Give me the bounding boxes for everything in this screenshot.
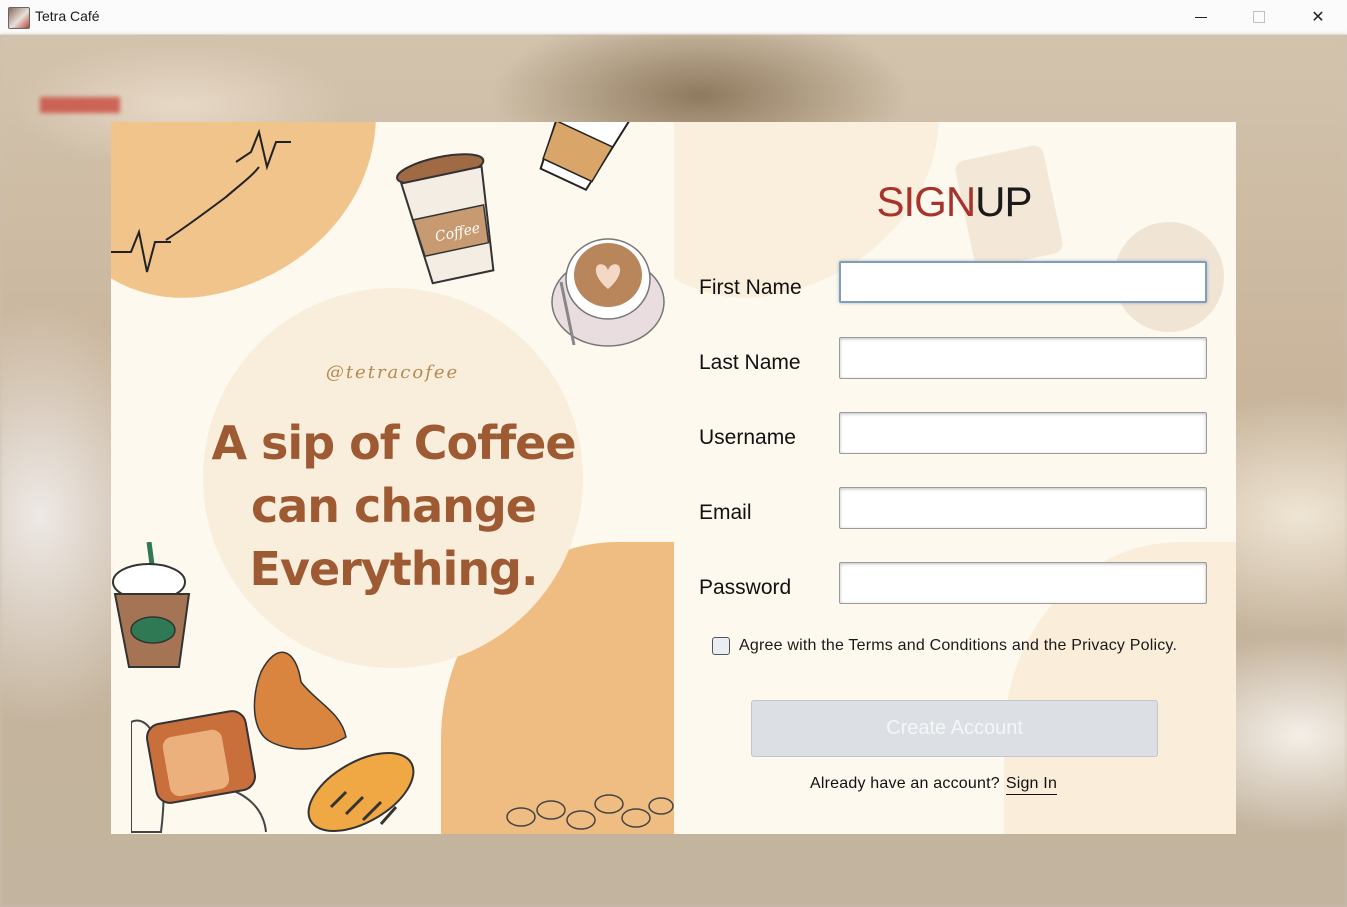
close-button[interactable]: ✕ [1289, 0, 1347, 34]
password-label: Password [699, 576, 792, 599]
email-field[interactable] [839, 487, 1207, 529]
takeaway-cup-icon [539, 122, 631, 192]
heartbeat-doodle [111, 128, 291, 273]
signup-form-panel: SIGNUP First Name Last Name Username Ema… [674, 122, 1236, 834]
title-bar: Tetra Café ✕ [0, 0, 1347, 35]
password-field[interactable] [839, 562, 1207, 604]
signin-prompt-text: Already have an account? [810, 775, 1000, 792]
tagline-line: A sip of Coffee [211, 416, 576, 470]
signin-prompt: Already have an account? Sign In [810, 775, 1058, 795]
maximize-button [1230, 0, 1288, 34]
minimize-button[interactable] [1172, 0, 1230, 34]
username-label: Username [699, 426, 796, 449]
title-up: UP [975, 178, 1032, 225]
maximize-icon [1253, 11, 1265, 23]
background-sign [40, 97, 120, 113]
coffee-cup-icon: Coffee [396, 153, 495, 285]
latte-icon [551, 238, 665, 347]
bread-illustration-icon [131, 651, 415, 833]
promo-tagline: A sip of Coffee can change Everything. [211, 412, 576, 601]
promo-panel: Coffee @tetracofee A sip of Coffee can c… [111, 122, 674, 834]
page-title: SIGNUP [674, 178, 1234, 226]
terms-label: Agree with the Terms and Conditions and … [739, 637, 1178, 654]
last-name-field[interactable] [839, 337, 1207, 379]
first-name-field[interactable] [839, 261, 1207, 303]
sign-in-link[interactable]: Sign In [1005, 775, 1058, 795]
social-handle: @tetracofee [325, 362, 460, 383]
last-name-label: Last Name [699, 351, 801, 374]
window-title: Tetra Café [35, 8, 100, 24]
coffee-beans-icon [506, 794, 674, 830]
terms-checkbox[interactable] [712, 637, 730, 655]
minimize-icon [1195, 16, 1207, 18]
terms-row: Agree with the Terms and Conditions and … [712, 637, 1177, 655]
tagline-line: can change [250, 479, 537, 533]
signup-card: Coffee @tetracofee A sip of Coffee can c… [111, 122, 1236, 834]
first-name-label: First Name [699, 276, 802, 299]
create-account-button[interactable]: Create Account [751, 700, 1158, 757]
email-label: Email [699, 501, 752, 524]
title-sign: SIGN [876, 178, 976, 225]
username-field[interactable] [839, 412, 1207, 454]
tagline-line: Everything. [249, 542, 539, 596]
app-icon [8, 7, 30, 29]
